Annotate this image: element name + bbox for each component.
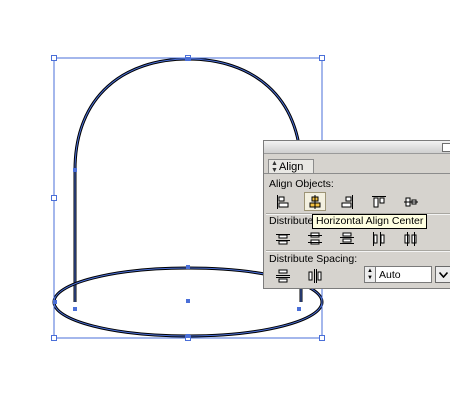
horizontal-align-right-icon	[341, 194, 353, 209]
handle-top-left	[51, 55, 57, 61]
distribute-spacing-label: Distribute Spacing:	[269, 253, 358, 265]
distribute-objects-buttons	[272, 229, 422, 248]
vertical-distribute-bottom-button[interactable]	[336, 229, 358, 248]
vertical-distribute-space-icon	[276, 269, 290, 282]
horizontal-align-right-button[interactable]	[336, 192, 358, 211]
horizontal-align-center-icon	[309, 194, 321, 209]
horizontal-distribute-center-button[interactable]	[400, 229, 422, 248]
vertical-align-center-button[interactable]	[400, 192, 422, 211]
spacing-control: ▲ ▼ Auto	[364, 266, 450, 283]
panel-collapse-button[interactable]	[442, 143, 450, 152]
horizontal-distribute-center-icon	[404, 231, 417, 246]
handle-middle-left	[51, 195, 57, 201]
vertical-distribute-top-button[interactable]	[272, 229, 294, 248]
tooltip: Horizontal Align Center	[312, 214, 428, 229]
stepper-up-icon[interactable]: ▲	[367, 268, 373, 275]
vertical-align-top-icon	[372, 195, 386, 207]
panel-body-border	[264, 173, 450, 174]
spacing-dropdown-button[interactable]	[435, 266, 450, 283]
horizontal-align-left-icon	[277, 194, 289, 209]
vertical-distribute-top-icon	[276, 233, 290, 244]
handle-bottom-right	[319, 335, 325, 341]
chevron-down-icon	[438, 271, 448, 278]
vertical-distribute-center-icon	[308, 232, 322, 244]
horizontal-align-left-button[interactable]	[272, 192, 294, 211]
distribute-objects-label: Distribute	[269, 215, 314, 227]
spacing-stepper[interactable]: ▲ ▼	[364, 266, 376, 283]
horizontal-align-center-button[interactable]	[304, 192, 326, 211]
vertical-distribute-space-button[interactable]	[272, 266, 294, 285]
align-objects-label: Align Objects:	[269, 178, 334, 190]
panel-titlebar[interactable]	[264, 141, 450, 154]
horizontal-distribute-space-icon	[308, 268, 322, 283]
horizontal-distribute-space-button[interactable]	[304, 266, 326, 285]
distribute-spacing-buttons	[272, 266, 326, 285]
tab-align-label: Align	[278, 161, 304, 173]
align-objects-buttons	[272, 192, 422, 211]
handle-top-right	[319, 55, 325, 61]
stepper-down-icon[interactable]: ▼	[367, 275, 373, 282]
tab-align[interactable]: ▲ ▼ Align	[268, 159, 314, 174]
tab-options-icon[interactable]: ▲ ▼	[271, 160, 278, 174]
vertical-distribute-center-button[interactable]	[304, 229, 326, 248]
section-divider	[266, 250, 450, 252]
horizontal-distribute-left-button[interactable]	[368, 229, 390, 248]
handle-bottom-left	[51, 335, 57, 341]
vertical-align-center-icon	[404, 197, 418, 206]
horizontal-distribute-left-icon	[373, 231, 385, 246]
vertical-distribute-bottom-icon	[340, 232, 354, 244]
vertical-align-top-button[interactable]	[368, 192, 390, 211]
spacing-input[interactable]: Auto	[376, 266, 432, 283]
